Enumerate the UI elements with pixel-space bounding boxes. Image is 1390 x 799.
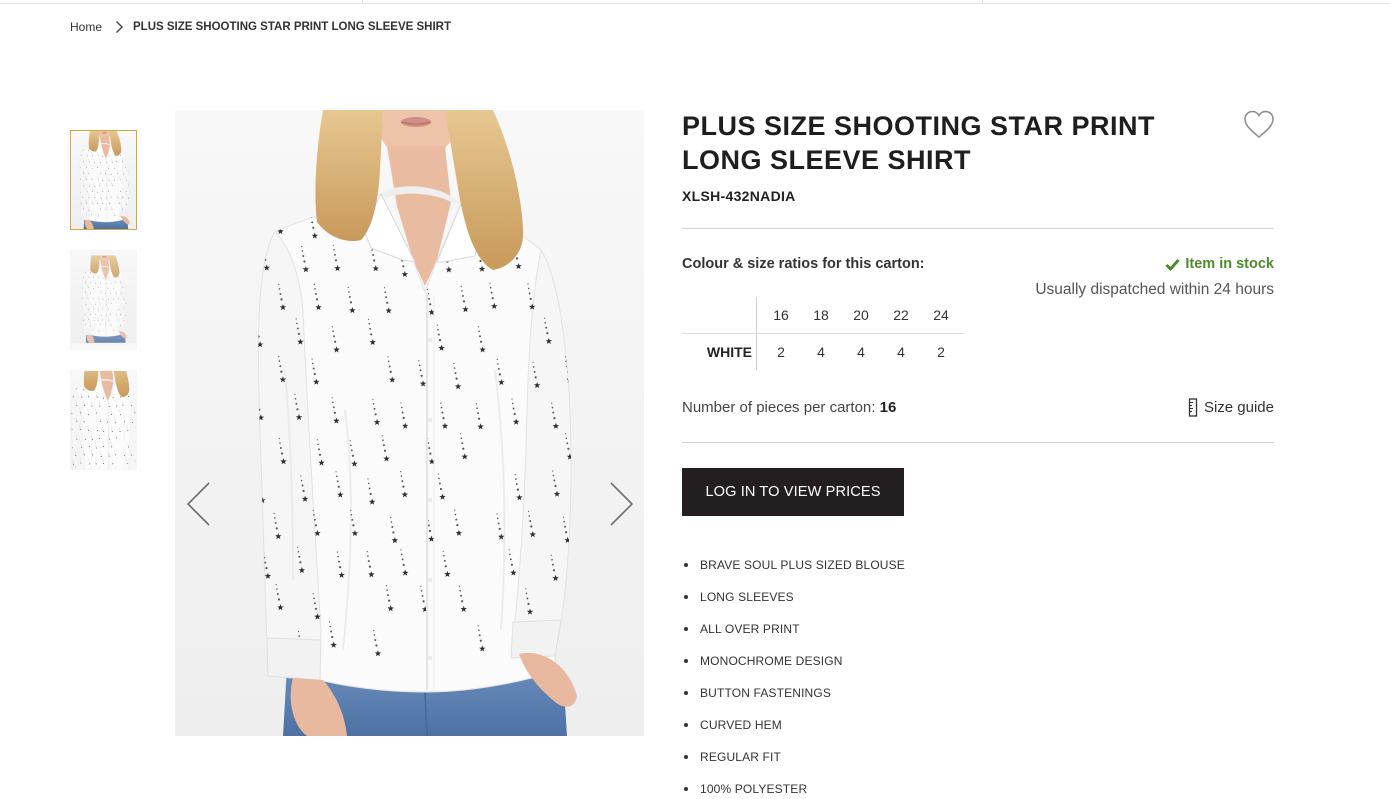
- product-main-image: [175, 110, 644, 736]
- product-title: PLUS SIZE SHOOTING STAR PRINT LONG SLEEV…: [682, 111, 1156, 175]
- ratios-label: Colour & size ratios for this carton:: [682, 256, 925, 272]
- size-ratio-table: 16 18 20 22 24 WHITE 2 4 4 4 2: [682, 297, 964, 370]
- thumbnail-front-view[interactable]: [70, 130, 137, 230]
- product-sku: XLSH-432NADIA: [682, 188, 796, 204]
- list-item: MONOCHROME DESIGN: [682, 651, 1082, 671]
- pieces-value: 16: [879, 399, 897, 416]
- list-item: BRAVE SOUL PLUS SIZED BLOUSE: [682, 555, 1082, 575]
- size-header: 18: [813, 307, 829, 323]
- bullet: [684, 627, 688, 631]
- thumbnail-image: [71, 131, 136, 229]
- list-item: ALL OVER PRINT: [682, 619, 1082, 639]
- list-item: LONG SLEEVES: [682, 587, 1082, 607]
- size-quantity: 2: [777, 344, 785, 360]
- ruler-icon: [1188, 398, 1198, 417]
- breadcrumb-home-link[interactable]: Home: [70, 20, 102, 34]
- dispatch-note: Usually dispatched within 24 hours: [1035, 281, 1274, 298]
- bullet: [684, 755, 688, 759]
- size-guide-label: Size guide: [1203, 398, 1274, 416]
- divider: [682, 228, 1274, 229]
- product-photo: [175, 110, 644, 736]
- thumbnail-detail-view[interactable]: [70, 370, 137, 470]
- bullet: [684, 691, 688, 695]
- bullet: [684, 659, 688, 663]
- list-item: CURVED HEM: [682, 715, 1082, 735]
- size-header: 20: [853, 307, 869, 323]
- check-icon: [1165, 258, 1180, 270]
- table-divider-horizontal: [682, 333, 964, 334]
- size-quantity: 4: [817, 344, 825, 360]
- list-item: 100% POLYESTER: [682, 779, 1082, 799]
- list-item: BUTTON FASTENINGS: [682, 683, 1082, 703]
- feature-text: BRAVE SOUL PLUS SIZED BLOUSE: [700, 558, 905, 572]
- size-quantity: 4: [857, 344, 865, 360]
- list-item: REGULAR FIT: [682, 747, 1082, 767]
- size-quantity: 2: [937, 344, 945, 360]
- chevron-right-icon[interactable]: [609, 481, 635, 527]
- top-navigation-strip: [0, 0, 1390, 4]
- size-header: 22: [893, 307, 909, 323]
- size-header: 16: [773, 307, 789, 323]
- stock-status: Item in stock: [1074, 255, 1274, 273]
- bullet: [684, 595, 688, 599]
- bullet: [684, 787, 688, 791]
- bullet: [684, 563, 688, 567]
- heart-icon[interactable]: [1243, 110, 1275, 139]
- login-to-view-prices-button[interactable]: LOG IN TO VIEW PRICES: [682, 468, 904, 516]
- feature-text: CURVED HEM: [700, 718, 782, 732]
- breadcrumb: Home PLUS SIZE SHOOTING STAR PRINT LONG …: [70, 18, 451, 36]
- feature-text: 100% POLYESTER: [700, 782, 808, 796]
- feature-text: LONG SLEEVES: [700, 590, 794, 604]
- chevron-right-icon: [116, 21, 124, 33]
- nav-separator: [362, 0, 363, 3]
- feature-text: REGULAR FIT: [700, 750, 781, 764]
- feature-text: ALL OVER PRINT: [700, 622, 800, 636]
- feature-list: BRAVE SOUL PLUS SIZED BLOUSE LONG SLEEVE…: [682, 555, 1082, 799]
- size-guide-link[interactable]: Size guide: [1150, 398, 1274, 417]
- pieces-label: Number of pieces per carton:: [682, 399, 876, 416]
- chevron-left-icon[interactable]: [185, 481, 211, 527]
- divider: [682, 442, 1274, 443]
- size-quantity: 4: [897, 344, 905, 360]
- nav-separator: [982, 0, 983, 3]
- thumbnail-image: [71, 251, 136, 349]
- thumbnail-image: [71, 371, 136, 469]
- size-header: 24: [933, 307, 949, 323]
- pieces-per-carton: Number of pieces per carton: 16: [682, 399, 896, 417]
- colour-label: WHITE: [706, 344, 752, 360]
- thumbnail-back-view[interactable]: [70, 250, 137, 350]
- breadcrumb-current: PLUS SIZE SHOOTING STAR PRINT LONG SLEEV…: [133, 21, 451, 33]
- feature-text: BUTTON FASTENINGS: [700, 686, 832, 700]
- bullet: [684, 723, 688, 727]
- feature-text: MONOCHROME DESIGN: [700, 654, 843, 668]
- stock-status-text: Item in stock: [1185, 256, 1274, 272]
